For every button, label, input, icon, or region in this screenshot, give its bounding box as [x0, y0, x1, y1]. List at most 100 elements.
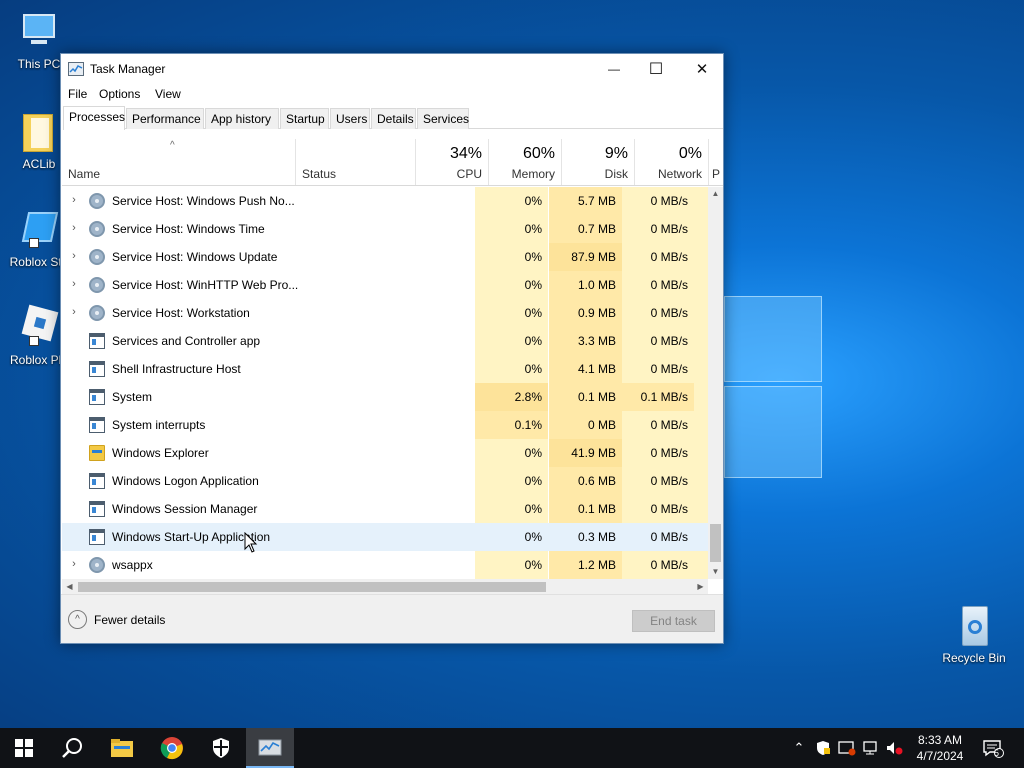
app-window-icon: [89, 333, 105, 349]
column-name[interactable]: Name: [62, 139, 295, 185]
taskbar: ⌃ 8:33 AM 4/7/2024 5: [0, 728, 1024, 768]
process-row[interactable]: System interrupts 0.1%0 MB0 MB/s0 Mbps: [62, 411, 708, 439]
folder-icon: [89, 445, 105, 461]
chevron-right-icon[interactable]: ›: [68, 222, 80, 234]
disk-total-percent: 9%: [604, 145, 628, 162]
scroll-right-arrow-icon[interactable]: ▶: [693, 582, 708, 591]
process-row[interactable]: Windows Logon Application 0%0.6 MB0 MB/s0…: [62, 467, 708, 495]
security-alert-icon[interactable]: [838, 728, 856, 768]
app-window-icon: [89, 473, 105, 489]
scroll-up-arrow-icon[interactable]: ▲: [708, 189, 723, 198]
mouse-cursor-icon: [244, 532, 258, 553]
column-disk[interactable]: 9% Disk: [561, 139, 634, 185]
column-cpu[interactable]: 34% CPU: [415, 139, 488, 185]
minimize-button[interactable]: —: [591, 54, 637, 84]
chevron-right-icon[interactable]: ›: [68, 558, 80, 570]
process-name: Shell Infrastructure Host: [112, 362, 241, 376]
vertical-scrollbar[interactable]: ▲ ▼: [708, 187, 723, 579]
process-row[interactable]: Windows Explorer 0%41.9 MB0 MB/s0 Mbps: [62, 439, 708, 467]
chevron-right-icon[interactable]: ›: [68, 306, 80, 318]
process-row[interactable]: Services and Controller app 0% 3.3 MB 0 MB/…: [62, 327, 708, 355]
gear-icon: [89, 249, 105, 265]
tab-app-history[interactable]: App history: [205, 108, 279, 129]
horizontal-scrollbar[interactable]: ◀ ▶: [62, 579, 708, 594]
column-network[interactable]: 0% Network: [634, 139, 708, 185]
tab-services[interactable]: Services: [417, 108, 469, 129]
process-network-value: 0 Mbps: [694, 355, 708, 383]
process-row[interactable]: › Service Host: Windows Update 0% 87.9 MB 0 …: [62, 243, 708, 271]
chevron-up-icon[interactable]: ^: [68, 610, 87, 629]
chevron-right-icon[interactable]: ›: [68, 250, 80, 262]
menu-file[interactable]: File: [68, 87, 87, 101]
process-name: wsappx: [112, 558, 153, 572]
process-name: Service Host: Windows Time: [112, 222, 265, 236]
fewer-details-link[interactable]: Fewer details: [94, 613, 165, 627]
process-disk-value: 0 MB/s: [622, 243, 694, 271]
close-button[interactable]: ✕: [679, 54, 725, 84]
process-row[interactable]: Shell Infrastructure Host 0%4.1 MB0 MB/s0…: [62, 355, 708, 383]
title-bar[interactable]: Task Manager — ☐ ✕: [61, 54, 723, 84]
process-name: Service Host: Workstation: [112, 306, 250, 320]
tab-details[interactable]: Details: [371, 108, 416, 129]
process-row[interactable]: › wsappx 0%1.2 MB0 MB/s0 Mbps: [62, 551, 708, 579]
maximize-icon: ☐: [648, 61, 664, 78]
system-clock[interactable]: 8:33 AM 4/7/2024: [905, 732, 975, 764]
taskbar-chrome[interactable]: [148, 728, 196, 768]
menu-options[interactable]: Options: [99, 87, 140, 101]
desktop-icon-recycle-bin[interactable]: Recycle Bin: [936, 604, 1012, 665]
process-network-value: 0 Mbps: [694, 243, 708, 271]
memory-total-percent: 60%: [522, 145, 555, 162]
tab-performance[interactable]: Performance: [126, 108, 204, 129]
column-memory[interactable]: 60% Memory: [488, 139, 561, 185]
tab-users[interactable]: Users: [330, 108, 370, 129]
column-cpu-label: CPU: [456, 167, 482, 181]
start-button[interactable]: [0, 728, 48, 768]
clock-date: 4/7/2024: [916, 749, 964, 763]
process-row[interactable]: Windows Start-Up Application 0% 0.3 MB 0 MB…: [62, 523, 708, 551]
column-power[interactable]: P: [708, 139, 723, 185]
file-explorer-icon: [111, 739, 133, 757]
tab-startup[interactable]: Startup: [280, 108, 329, 129]
process-row[interactable]: Windows Session Manager 0%0.1 MB0 MB/s0 M…: [62, 495, 708, 523]
show-hidden-icons-chevron-icon[interactable]: ⌃: [790, 728, 808, 768]
process-row[interactable]: System 2.8%0.1 MB0.1 MB/s0 Mbps: [62, 383, 708, 411]
process-memory-value: 5.7 MB: [549, 187, 622, 215]
process-row[interactable]: › Service Host: Windows Time 0% 0.7 MB 0 MB/…: [62, 215, 708, 243]
horizontal-scroll-thumb[interactable]: [78, 582, 546, 592]
notification-icon: [983, 740, 1004, 758]
process-cpu-value: 0%: [475, 271, 548, 299]
process-disk-value: 0 MB/s: [622, 411, 694, 439]
chevron-right-icon[interactable]: ›: [68, 278, 80, 290]
network-icon[interactable]: [862, 728, 880, 768]
search-button[interactable]: [48, 728, 96, 768]
process-memory-value: 0.6 MB: [549, 467, 622, 495]
gear-icon: [89, 221, 105, 237]
action-center-button[interactable]: 5: [980, 728, 1006, 768]
cpu-total-percent: 34%: [449, 145, 482, 162]
scroll-down-arrow-icon[interactable]: ▼: [708, 567, 723, 576]
process-memory-value: 0.9 MB: [549, 299, 622, 327]
scroll-left-arrow-icon[interactable]: ◀: [62, 582, 77, 591]
process-network-value: 0 Mbps: [694, 215, 708, 243]
tab-processes[interactable]: Processes: [63, 106, 125, 130]
volume-muted-icon[interactable]: [885, 728, 903, 768]
tab-strip: Processes Performance App history Startu…: [63, 106, 723, 130]
maximize-button[interactable]: ☐: [633, 54, 679, 84]
defender-shield-icon[interactable]: [814, 728, 832, 768]
process-row[interactable]: › Service Host: Windows Push No... 0% 5.7 M…: [62, 187, 708, 215]
process-row[interactable]: › Service Host: WinHTTP Web Pro... 0% 1.0 M…: [62, 271, 708, 299]
process-memory-value: 41.9 MB: [549, 439, 622, 467]
process-row[interactable]: › Service Host: Workstation 0% 0.9 MB 0 MB/s…: [62, 299, 708, 327]
end-task-button[interactable]: End task: [632, 610, 715, 632]
taskbar-file-explorer[interactable]: [98, 728, 146, 768]
menu-view[interactable]: View: [155, 87, 181, 101]
vertical-scroll-thumb[interactable]: [710, 524, 721, 562]
column-memory-label: Memory: [511, 167, 555, 181]
process-disk-value: 0 MB/s: [622, 495, 694, 523]
taskbar-security[interactable]: [197, 728, 245, 768]
window-title: Task Manager: [90, 62, 166, 76]
process-list: › Service Host: Windows Push No... 0% 5.7 M…: [62, 187, 708, 579]
chevron-right-icon[interactable]: ›: [68, 194, 80, 206]
column-status[interactable]: Status: [295, 139, 415, 185]
taskbar-task-manager[interactable]: [246, 728, 294, 768]
